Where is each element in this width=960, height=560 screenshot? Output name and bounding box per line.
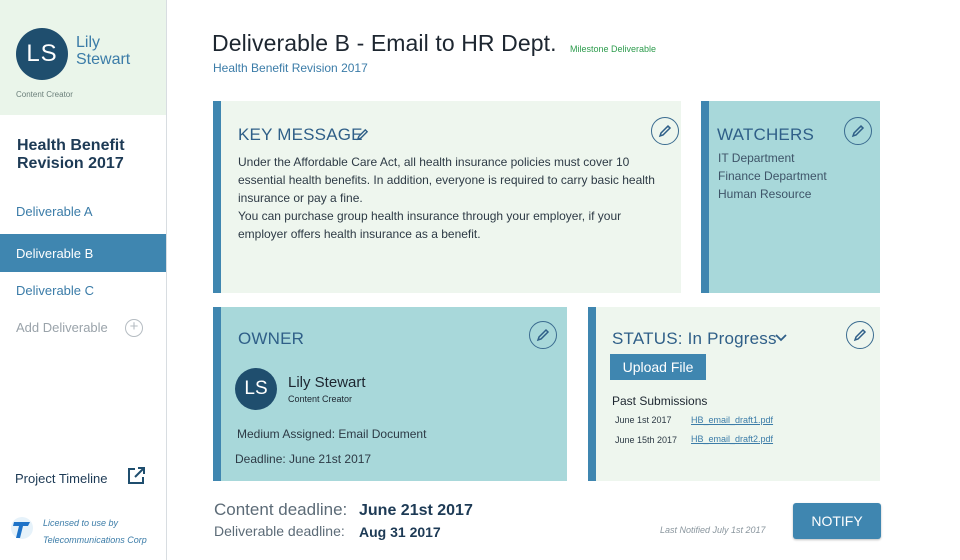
list-item: Finance Department	[718, 169, 827, 183]
add-deliverable-button[interactable]: Add Deliverable +	[0, 308, 166, 346]
license-text: Licensed to use by Telecommunications Co…	[43, 515, 163, 549]
submission-date: June 1st 2017	[615, 415, 672, 425]
submission-date: June 15th 2017	[615, 435, 678, 445]
license-line-1: Licensed to use by	[43, 518, 119, 528]
edit-watchers-button[interactable]	[844, 117, 872, 145]
owner-role: Content Creator	[288, 394, 353, 404]
pencil-icon[interactable]	[356, 128, 369, 141]
status-dropdown[interactable]: STATUS: In Progress	[612, 329, 777, 349]
deliverable-deadline: Deliverable deadline: Aug 31 2017	[214, 523, 441, 541]
pencil-icon	[536, 328, 550, 342]
list-item: Human Resource	[718, 187, 812, 201]
content-deadline: Content deadline: June 21st 2017	[214, 500, 473, 520]
owner-name: Lily Stewart	[288, 374, 366, 391]
sidebar-item-deliverable-c[interactable]: Deliverable C	[0, 271, 166, 309]
key-message-paragraph: You can purchase group health insurance …	[238, 209, 622, 241]
owner-avatar: LS	[235, 368, 277, 410]
watchers-title: WATCHERS	[717, 125, 814, 144]
plus-circle-icon[interactable]: +	[125, 319, 143, 337]
key-message-title: KEY MESSAGE	[238, 125, 363, 144]
owner-deadline: Deadline: June 21st 2017	[235, 452, 372, 466]
key-message-paragraph: Under the Affordable Care Act, all healt…	[238, 155, 655, 205]
watcher-list: IT Department Finance Department Human R…	[718, 149, 827, 203]
deliverable-deadline-label: Deliverable deadline:	[214, 523, 345, 539]
page-title: Deliverable B - Email to HR Dept.	[212, 30, 557, 56]
pencil-icon	[853, 328, 867, 342]
telecom-logo-icon	[11, 517, 33, 539]
pencil-icon	[658, 124, 672, 138]
sidebar-item-deliverable-a[interactable]: Deliverable A	[0, 192, 166, 230]
sidebar: LS Lily Stewart Content Creator Health B…	[0, 0, 167, 560]
owner-title: OWNER	[238, 329, 305, 348]
status-card: STATUS: In Progress Upload File Past Sub…	[588, 307, 880, 481]
deliverable-deadline-value: Aug 31 2017	[359, 524, 441, 540]
key-message-body: Under the Affordable Care Act, all healt…	[238, 153, 658, 243]
notify-button[interactable]: NOTIFY	[793, 503, 881, 539]
milestone-badge: Milestone Deliverable	[570, 44, 657, 54]
edit-key-message-button[interactable]	[651, 117, 679, 145]
edit-owner-button[interactable]	[529, 321, 557, 349]
user-name: Lily Stewart	[76, 34, 131, 68]
project-timeline-label: Project Timeline	[15, 470, 108, 486]
owner-card: OWNER LS Lily Stewart Content Creator Me…	[213, 307, 567, 481]
user-role: Content Creator	[16, 90, 73, 99]
past-submissions-label: Past Submissions	[612, 394, 708, 408]
upload-file-button[interactable]: Upload File	[610, 354, 706, 380]
list-item: IT Department	[718, 151, 795, 165]
add-deliverable-label: Add Deliverable	[16, 319, 108, 335]
watchers-card: WATCHERS IT Department Finance Departmen…	[701, 101, 880, 293]
sidebar-item-deliverable-b[interactable]: Deliverable B	[0, 234, 166, 272]
medium-assigned: Medium Assigned: Email Document	[237, 427, 427, 441]
project-title[interactable]: Health Benefit Revision 2017	[17, 137, 157, 173]
user-profile[interactable]: LS Lily Stewart Content Creator	[0, 0, 166, 115]
last-notified-text: Last Notified July 1st 2017	[660, 525, 766, 535]
avatar[interactable]: LS	[16, 28, 68, 80]
content-deadline-value: June 21st 2017	[359, 502, 473, 519]
project-timeline-link[interactable]: Project Timeline	[15, 464, 155, 492]
submission-file-link[interactable]: HB_email_draft1.pdf	[691, 415, 773, 425]
chevron-down-icon[interactable]	[774, 333, 788, 343]
breadcrumb[interactable]: Health Benefit Revision 2017	[213, 61, 368, 75]
edit-status-button[interactable]	[846, 321, 874, 349]
external-link-icon[interactable]	[126, 466, 146, 486]
key-message-card: KEY MESSAGE Under the Affordable Care Ac…	[213, 101, 681, 293]
submission-file-link[interactable]: HB_email_draft2.pdf	[691, 434, 773, 444]
content-deadline-label: Content deadline:	[214, 500, 348, 519]
pencil-icon	[851, 124, 865, 138]
license-line-2: Telecommunications Corp	[43, 535, 147, 545]
